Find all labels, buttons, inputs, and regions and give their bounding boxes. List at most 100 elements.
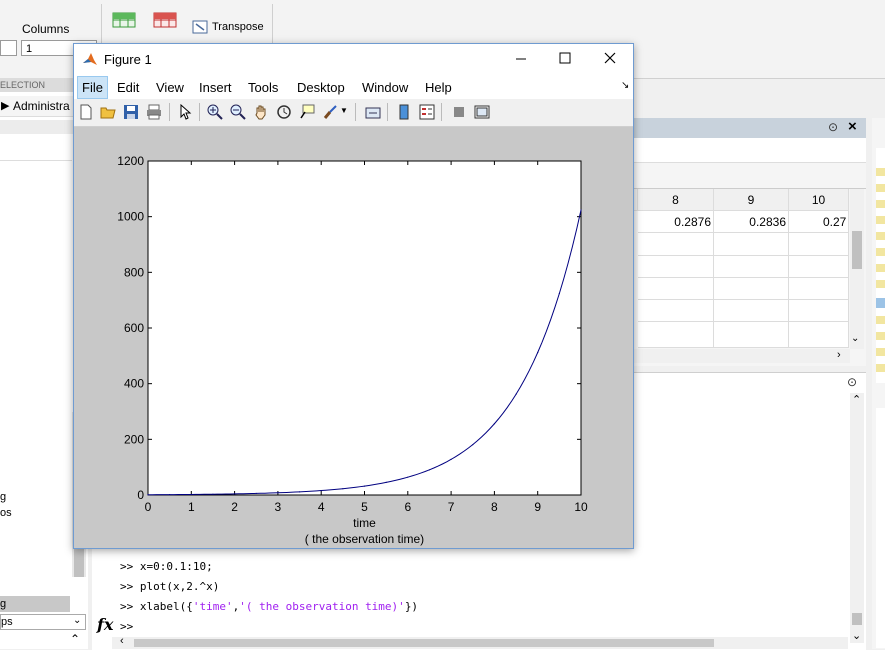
variable-icon[interactable] — [876, 264, 885, 272]
chevron-up-icon[interactable]: ⌃ — [852, 393, 861, 406]
vertical-scrollbar[interactable]: ⌃ ⌄ — [850, 393, 864, 643]
panel-menu-icon[interactable]: ⊙ — [828, 120, 838, 134]
brush-dropdown-arrow-icon[interactable]: ▼ — [340, 106, 348, 115]
data-point — [277, 492, 279, 494]
link-plot-icon[interactable] — [365, 104, 381, 120]
variable-icon[interactable] — [876, 216, 885, 224]
maximize-icon[interactable] — [559, 52, 571, 64]
delete-row-icon[interactable] — [153, 10, 177, 30]
scrollbar-thumb[interactable] — [852, 613, 862, 625]
y-tick-label: 800 — [124, 265, 144, 279]
variable-icon[interactable] — [876, 248, 885, 256]
data-point — [493, 423, 495, 425]
columns-label: Columns — [22, 22, 70, 36]
column-header[interactable]: 9 — [714, 189, 789, 211]
grid-cell[interactable] — [638, 233, 714, 348]
save-icon[interactable] — [123, 104, 139, 120]
list-item[interactable]: g — [0, 491, 6, 503]
menu-desktop[interactable]: Desktop — [297, 80, 345, 95]
chevron-down-icon[interactable]: ⌄ — [851, 333, 859, 344]
variable-icon[interactable] — [876, 280, 885, 288]
list-item-selected[interactable]: g — [0, 596, 70, 612]
transpose-icon[interactable] — [192, 18, 210, 36]
pan-hand-icon[interactable] — [253, 104, 269, 120]
axes-box[interactable] — [147, 160, 582, 496]
expand-arrow-icon[interactable]: ▶ — [1, 99, 9, 112]
variable-icon-selected[interactable] — [876, 298, 885, 308]
plot-svg[interactable]: 0 1 2 3 4 5 6 7 8 9 10 0 200 400 600 800 1000 1200 time ( t… — [74, 127, 633, 548]
zoom-in-icon[interactable] — [207, 104, 223, 120]
panel-menu-icon[interactable]: ⊙ — [847, 375, 857, 389]
menu-tools[interactable]: Tools — [248, 80, 278, 95]
transpose-button[interactable]: Transpose — [212, 21, 264, 33]
minimize-icon[interactable] — [515, 54, 527, 64]
string-literal: '( the observation time)' — [239, 600, 405, 613]
variable-icon[interactable] — [876, 200, 885, 208]
variable-icon[interactable] — [876, 316, 885, 324]
list-item[interactable]: os — [0, 507, 12, 519]
command-line: >> x=0:0.1:10; — [120, 560, 213, 573]
menu-help[interactable]: Help — [425, 80, 452, 95]
chevron-down-icon[interactable]: ⌄ — [73, 615, 81, 626]
data-point — [298, 491, 301, 493]
menu-file[interactable]: File — [77, 76, 108, 99]
close-icon[interactable]: × — [848, 118, 857, 135]
scrollbar-thumb[interactable] — [134, 639, 714, 647]
vertical-scrollbar[interactable]: ⌄ — [850, 189, 864, 349]
open-file-icon[interactable] — [100, 104, 116, 120]
chevron-right-icon[interactable]: › — [837, 349, 841, 361]
column-header[interactable]: 10 — [789, 189, 849, 211]
show-plot-tools-icon[interactable] — [474, 104, 490, 120]
menu-insert[interactable]: Insert — [199, 80, 232, 95]
horizontal-scrollbar[interactable]: › — [634, 349, 850, 363]
rotate-3d-icon[interactable] — [276, 104, 292, 120]
chevron-left-icon[interactable]: ‹ — [120, 635, 124, 647]
toolbar-separator — [169, 103, 170, 121]
menu-window[interactable]: Window — [362, 80, 408, 95]
panel-row — [0, 138, 72, 161]
dock-arrow-icon[interactable]: ↘ — [621, 80, 629, 91]
grid-cell[interactable]: 0.2836 — [714, 211, 789, 233]
dropdown-value: ps — [1, 616, 13, 628]
data-point — [558, 292, 560, 295]
x-tick-label: 7 — [448, 500, 455, 514]
chevron-up-icon[interactable]: ⌃ — [70, 632, 80, 646]
edit-plot-arrow-icon[interactable] — [177, 104, 193, 120]
figure-titlebar[interactable]: Figure 1 — [74, 44, 633, 74]
legend-icon[interactable] — [419, 104, 435, 120]
grid-cell[interactable] — [789, 233, 849, 348]
folder-name: Administra — [13, 99, 70, 113]
details-dropdown[interactable]: ps ⌄ — [0, 614, 86, 630]
data-point — [385, 481, 387, 484]
print-icon[interactable] — [146, 104, 162, 120]
variable-icon[interactable] — [876, 364, 885, 372]
grid-cell[interactable]: 0.2876 — [638, 211, 714, 233]
rows-input[interactable] — [0, 40, 17, 56]
horizontal-scrollbar[interactable]: ‹ — [112, 635, 848, 649]
x-tick-label: 1 — [188, 500, 195, 514]
data-cursor-icon[interactable] — [299, 104, 315, 120]
data-point — [472, 444, 474, 446]
hide-plot-tools-icon[interactable] — [451, 104, 467, 120]
brush-icon[interactable] — [322, 104, 338, 120]
variable-icon[interactable] — [876, 332, 885, 340]
colorbar-icon[interactable] — [396, 104, 412, 120]
variable-icon[interactable] — [876, 168, 885, 176]
scrollbar-thumb[interactable] — [852, 231, 862, 269]
fx-icon[interactable]: fx — [97, 615, 113, 634]
new-figure-icon[interactable] — [78, 104, 94, 120]
zoom-out-icon[interactable] — [230, 104, 246, 120]
close-icon[interactable] — [604, 52, 616, 64]
grid-cell[interactable] — [714, 233, 789, 348]
variable-icon[interactable] — [876, 348, 885, 356]
menu-view[interactable]: View — [156, 80, 184, 95]
variable-icon[interactable] — [876, 232, 885, 240]
command-history-list[interactable] — [876, 408, 885, 648]
variable-icon[interactable] — [876, 184, 885, 192]
chevron-down-icon[interactable]: ⌄ — [852, 629, 861, 642]
insert-row-icon[interactable] — [112, 10, 136, 30]
grid-cell[interactable]: 0.27 — [789, 211, 849, 233]
column-header[interactable]: 8 — [638, 189, 714, 211]
command-prompt-line[interactable]: >> — [120, 620, 133, 633]
menu-edit[interactable]: Edit — [117, 80, 139, 95]
